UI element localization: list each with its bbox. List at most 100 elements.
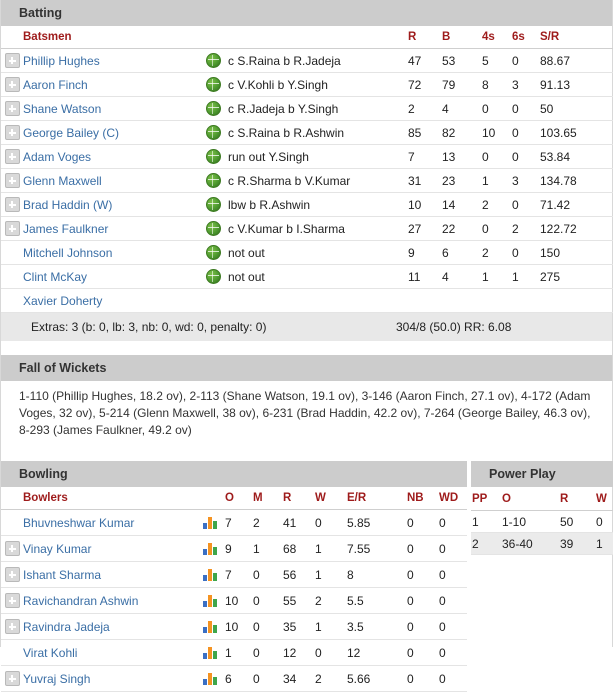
bowler-name-link[interactable]: Ravichandran Ashwin [23, 594, 138, 608]
batting-col-batsmen: Batsmen [23, 26, 198, 49]
batsman-name-link[interactable]: Phillip Hughes [23, 54, 100, 68]
sixes-value: 0 [512, 144, 540, 169]
bowler-name-link[interactable]: Ishant Sharma [23, 568, 101, 582]
cricket-ball-icon [205, 245, 221, 261]
economy-value: 5.85 [347, 509, 407, 536]
plus-icon[interactable] [4, 221, 20, 237]
bowling-col-maidens: M [253, 487, 283, 510]
plus-icon[interactable] [4, 53, 20, 69]
batsman-name-link[interactable]: George Bailey (C) [23, 126, 119, 140]
bar-chart-icon[interactable] [203, 569, 217, 582]
batsman-name-link[interactable]: Xavier Doherty [23, 294, 102, 308]
batsman-name-link[interactable]: Brad Haddin (W) [23, 198, 112, 212]
bowler-name-link[interactable]: Vinay Kumar [23, 542, 91, 556]
expand-cell[interactable] [1, 613, 23, 640]
bowler-name-link[interactable]: Ravindra Jadeja [23, 620, 110, 634]
overs-value: 7 [225, 509, 253, 536]
plus-icon[interactable] [4, 541, 20, 557]
balls-value [442, 288, 482, 313]
expand-cell [1, 509, 23, 536]
expand-cell[interactable] [1, 48, 23, 73]
plus-icon[interactable] [4, 567, 20, 583]
bowling-table-body: Bhuvneshwar Kumar 7 2 41 0 5.85 0 0 Vinay Kumar 9… [1, 509, 467, 692]
maidens-value: 0 [253, 665, 283, 692]
plus-icon[interactable] [4, 619, 20, 635]
wides-value: 0 [439, 587, 467, 614]
wickets-value: 2 [315, 587, 347, 614]
expand-cell[interactable] [1, 561, 23, 588]
plus-icon[interactable] [4, 77, 20, 93]
dismissal-text: c R.Jadeja b Y.Singh [228, 96, 408, 121]
bar-chart-icon[interactable] [203, 621, 217, 634]
plus-icon[interactable] [4, 101, 20, 117]
dismissal-text: c S.Raina b R.Ashwin [228, 120, 408, 145]
innings-total: 304/8 (50.0) RR: 6.08 [396, 320, 512, 334]
bowler-name-link[interactable]: Yuvraj Singh [23, 672, 90, 686]
runs-value: 85 [408, 120, 442, 145]
plus-icon[interactable] [4, 173, 20, 189]
sixes-value [512, 288, 540, 313]
dismissal-text: c S.Raina b R.Jadeja [228, 48, 408, 73]
maidens-value: 0 [253, 561, 283, 588]
power-play-column: Power Play PP O R W 1 1-10 50 0 2 36-40 39 1 [471, 461, 613, 555]
runs-value: 56 [283, 561, 315, 588]
batting-row: Mitchell Johnson not out 9 6 2 0 150 [1, 240, 613, 265]
pp-runs-value: 39 [559, 532, 595, 555]
bar-chart-icon[interactable] [203, 673, 217, 686]
plus-icon[interactable] [4, 149, 20, 165]
batsman-name-link[interactable]: Adam Voges [23, 150, 91, 164]
batsman-name-link[interactable]: Shane Watson [23, 102, 101, 116]
overs-value: 7 [225, 561, 253, 588]
expand-cell[interactable] [1, 120, 23, 145]
fours-value: 5 [482, 48, 512, 73]
pp-wickets-value: 0 [595, 510, 613, 533]
cricket-ball-icon [205, 77, 221, 93]
bowling-row: Bhuvneshwar Kumar 7 2 41 0 5.85 0 0 [1, 509, 467, 536]
bar-chart-icon[interactable] [203, 543, 217, 556]
plus-icon[interactable] [4, 593, 20, 609]
balls-value: 4 [442, 264, 482, 289]
bar-chart-icon[interactable] [203, 647, 217, 660]
expand-cell[interactable] [1, 72, 23, 97]
bowling-col-overs: O [225, 487, 253, 510]
bar-chart-icon[interactable] [203, 595, 217, 608]
economy-value: 8 [347, 561, 407, 588]
spacer-after-fow [1, 447, 612, 461]
batsman-icon-cell [198, 48, 228, 73]
expand-cell[interactable] [1, 587, 23, 614]
expand-cell[interactable] [1, 144, 23, 169]
strikerate-value: 50 [540, 96, 613, 121]
extras-row: Extras: 3 (b: 0, lb: 3, nb: 0, wd: 0, pe… [1, 313, 612, 341]
expand-cell[interactable] [1, 665, 23, 692]
bowling-header-row: Bowlers O M R W E/R NB WD [1, 487, 467, 510]
batsman-name-cell: Glenn Maxwell [23, 168, 198, 193]
batting-col-icon [198, 26, 228, 49]
expand-cell[interactable] [1, 216, 23, 241]
batsman-name-link[interactable]: James Faulkner [23, 222, 108, 236]
expand-cell[interactable] [1, 192, 23, 217]
bowler-name-cell: Yuvraj Singh [23, 665, 195, 692]
plus-icon[interactable] [4, 125, 20, 141]
bowling-row: Yuvraj Singh 6 0 34 2 5.66 0 0 [1, 665, 467, 692]
batsman-name-cell: Mitchell Johnson [23, 240, 198, 265]
overs-value: 1 [225, 639, 253, 666]
runs-value: 35 [283, 613, 315, 640]
expand-cell[interactable] [1, 96, 23, 121]
expand-cell[interactable] [1, 168, 23, 193]
plus-icon[interactable] [4, 197, 20, 213]
expand-cell[interactable] [1, 535, 23, 562]
batsman-name-link[interactable]: Mitchell Johnson [23, 246, 112, 260]
power-play-col-runs: R [559, 487, 595, 511]
batsman-name-link[interactable]: Clint McKay [23, 270, 87, 284]
bowler-name-link[interactable]: Virat Kohli [23, 646, 77, 660]
batting-col-strikerate: S/R [540, 26, 613, 49]
plus-icon[interactable] [4, 671, 20, 687]
overs-value: 6 [225, 665, 253, 692]
balls-value: 22 [442, 216, 482, 241]
bar-chart-icon[interactable] [203, 517, 217, 530]
bowler-name-link[interactable]: Bhuvneshwar Kumar [23, 516, 134, 530]
bottom-area: Bowling Bowlers O M R W E/R NB WD Bhuvne… [1, 461, 613, 692]
batsman-name-link[interactable]: Aaron Finch [23, 78, 88, 92]
batsman-name-link[interactable]: Glenn Maxwell [23, 174, 102, 188]
strikerate-value: 71.42 [540, 192, 613, 217]
